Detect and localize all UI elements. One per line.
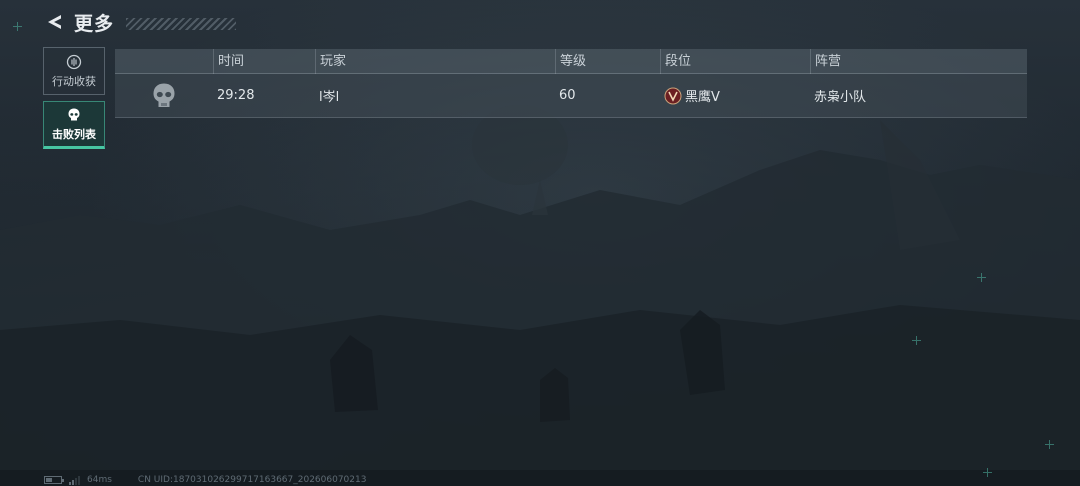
- time-cell: 29:28: [217, 88, 255, 103]
- column-header-rank: 段位: [660, 48, 810, 74]
- crosshair-mark: [912, 336, 921, 345]
- table-row[interactable]: 29:28 l岑l 60 黑鹰V 赤枭小队: [115, 74, 1027, 118]
- battery-level: [46, 478, 52, 482]
- header: 更多: [44, 8, 237, 36]
- rank-label: 黑鹰V: [685, 90, 720, 105]
- title-decoration: [126, 18, 237, 30]
- crosshair-mark: [13, 22, 22, 31]
- row-icon-cell: [115, 82, 213, 110]
- column-header-time: 时间: [213, 48, 315, 74]
- uid-text: CN UID:18703102629971716366​7_2026060702…: [137, 475, 367, 485]
- crosshair-mark: [977, 273, 986, 282]
- ping-text: 64ms: [87, 475, 112, 485]
- crosshair-mark: [983, 468, 992, 477]
- rank-cell: 黑鹰V: [660, 86, 810, 105]
- battery-icon: [44, 476, 64, 484]
- coin-icon: [66, 54, 82, 69]
- crosshair-mark: [1045, 440, 1054, 449]
- column-header-level: 等级: [555, 48, 660, 74]
- back-arrow-icon[interactable]: [44, 11, 66, 33]
- tab-action-rewards[interactable]: 行动收获: [43, 47, 105, 95]
- column-header: [115, 49, 213, 74]
- game-screen: 更多 行动收获 击败列表 时间 玩家 等级 段位 阵营 29:28 l岑l 60…: [0, 0, 1080, 486]
- table-header: 时间 玩家 等级 段位 阵营: [115, 48, 1027, 74]
- rank-badge-icon: [664, 87, 682, 104]
- tab-label: 击败列表: [52, 127, 96, 141]
- defeat-table: 时间 玩家 等级 段位 阵营 29:28 l岑l 60 黑鹰V 赤枭小队: [115, 48, 1027, 118]
- faction-cell: 赤枭小队: [814, 90, 867, 105]
- column-header-faction: 阵营: [810, 48, 1027, 74]
- signal-icon: [69, 475, 80, 485]
- signal-bar: [75, 477, 77, 485]
- tab-defeat-list[interactable]: 击败列表: [43, 101, 105, 149]
- signal-bar: [69, 481, 71, 485]
- tab-label: 行动收获: [52, 74, 96, 88]
- signal-bar: [72, 479, 74, 485]
- level-cell: 60: [559, 88, 576, 103]
- skull-icon: [153, 83, 175, 107]
- player-cell: l岑l: [319, 90, 340, 105]
- signal-bar: [78, 475, 80, 485]
- page-title: 更多: [74, 12, 115, 35]
- status-bar: 64ms CN UID:18703102629971716366​7_20260…: [44, 474, 366, 486]
- skull-icon: [68, 108, 80, 120]
- column-header-player: 玩家: [315, 48, 555, 74]
